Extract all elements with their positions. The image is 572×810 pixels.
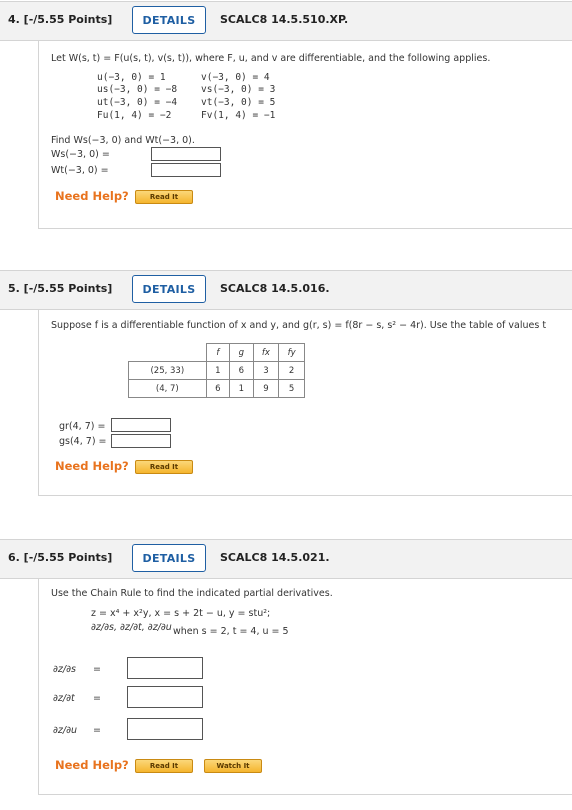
read-it-button[interactable]: Read It <box>135 190 193 204</box>
answer-input-gs[interactable] <box>111 434 171 448</box>
answer-label-wt: Wt(−3, 0) = <box>51 165 109 176</box>
table-header: fy <box>278 343 305 362</box>
condition-left-2: us(−3, 0) = −8 <box>97 84 178 95</box>
condition-right-2: vs(−3, 0) = 3 <box>201 84 276 95</box>
question-6-body: Use the Chain Rule to find the indicated… <box>38 578 572 795</box>
condition-left-4: Fu(1, 4) = −2 <box>97 110 172 121</box>
table-header-row: f g fx fy <box>128 343 305 362</box>
question-4-prompt: Let W(s, t) = F(u(s, t), v(s, t)), where… <box>51 53 491 64</box>
answer-label-gs: gs(4, 7) = <box>59 436 107 447</box>
question-6-when: when s = 2, t = 4, u = 5 <box>173 626 289 637</box>
need-help-label: Need Help? <box>55 189 129 203</box>
question-5-title: 5. [-/5.55 Points] <box>8 282 113 295</box>
question-4-code: SCALC8 14.5.510.XP. <box>220 13 349 26</box>
answer-input-dz-du[interactable] <box>127 718 203 740</box>
read-it-button[interactable]: Read It <box>135 460 193 474</box>
condition-left-1: u(−3, 0) = 1 <box>97 72 166 83</box>
equals-sign: = <box>93 725 101 736</box>
table-row: (25, 33) 1 6 3 2 <box>128 361 305 380</box>
question-4-details-button[interactable]: DETAILS <box>132 6 206 34</box>
question-6-details-button[interactable]: DETAILS <box>132 544 206 572</box>
equals-sign: = <box>93 664 101 675</box>
question-5-prompt: Suppose f is a differentiable function o… <box>51 320 547 331</box>
answer-input-dz-ds[interactable] <box>127 657 203 679</box>
read-it-button[interactable]: Read It <box>135 759 193 773</box>
question-6-equation: z = x⁴ + x²y, x = s + 2t − u, y = stu²; <box>91 608 271 619</box>
question-6-header: 6. [-/5.55 Points] DETAILS SCALC8 14.5.0… <box>0 539 572 579</box>
condition-right-1: v(−3, 0) = 4 <box>201 72 270 83</box>
answer-input-gr[interactable] <box>111 418 171 432</box>
answer-input-ws[interactable] <box>151 147 221 161</box>
partial-label-dz-dt: ∂z/∂t <box>53 693 75 704</box>
table-cell: 2 <box>278 361 305 380</box>
question-4-body: Let W(s, t) = F(u(s, t), v(s, t)), where… <box>38 40 572 229</box>
values-table: f g fx fy (25, 33) 1 6 3 2 (4, 7) 6 1 9 … <box>128 343 305 398</box>
table-header: g <box>229 343 254 362</box>
table-cell: 1 <box>229 379 254 398</box>
answer-input-wt[interactable] <box>151 163 221 177</box>
question-5-body: Suppose f is a differentiable function o… <box>38 309 572 496</box>
question-5-details-button[interactable]: DETAILS <box>132 275 206 303</box>
table-header: f <box>205 343 231 362</box>
table-row: (4, 7) 6 1 9 5 <box>128 379 305 398</box>
question-4-title: 4. [-/5.55 Points] <box>8 13 113 26</box>
table-cell: 6 <box>229 361 254 380</box>
condition-left-3: ut(−3, 0) = −4 <box>97 97 178 108</box>
table-header: fx <box>252 343 280 362</box>
question-5-header: 5. [-/5.55 Points] DETAILS SCALC8 14.5.0… <box>0 270 572 310</box>
table-cell: 1 <box>205 361 231 380</box>
need-help-label: Need Help? <box>55 459 129 473</box>
question-6-partials-list: ∂z/∂s, ∂z/∂t, ∂z/∂u <box>91 622 172 633</box>
equals-sign: = <box>93 693 101 704</box>
table-cell: 9 <box>252 379 280 398</box>
question-6-code: SCALC8 14.5.021. <box>220 551 330 564</box>
partial-label-dz-du: ∂z/∂u <box>53 725 78 736</box>
table-cell: 3 <box>252 361 280 380</box>
condition-right-4: Fv(1, 4) = −1 <box>201 110 276 121</box>
table-cell: 5 <box>278 379 305 398</box>
answer-label-gr: gr(4, 7) = <box>59 421 106 432</box>
table-cell: (4, 7) <box>128 379 207 398</box>
partial-label-dz-ds: ∂z/∂s <box>53 664 76 675</box>
question-5-code: SCALC8 14.5.016. <box>220 282 330 295</box>
table-cell: 6 <box>205 379 231 398</box>
condition-right-3: vt(−3, 0) = 5 <box>201 97 276 108</box>
need-help-label: Need Help? <box>55 758 129 772</box>
answer-input-dz-dt[interactable] <box>127 686 203 708</box>
question-4-header: 4. [-/5.55 Points] DETAILS SCALC8 14.5.5… <box>0 1 572 41</box>
watch-it-button[interactable]: Watch It <box>204 759 262 773</box>
table-cell <box>128 343 207 362</box>
question-6-prompt: Use the Chain Rule to find the indicated… <box>51 588 333 599</box>
question-4-find: Find Ws(−3, 0) and Wt(−3, 0). <box>51 135 195 146</box>
table-cell: (25, 33) <box>128 361 207 380</box>
answer-label-ws: Ws(−3, 0) = <box>51 149 110 160</box>
question-6-title: 6. [-/5.55 Points] <box>8 551 113 564</box>
